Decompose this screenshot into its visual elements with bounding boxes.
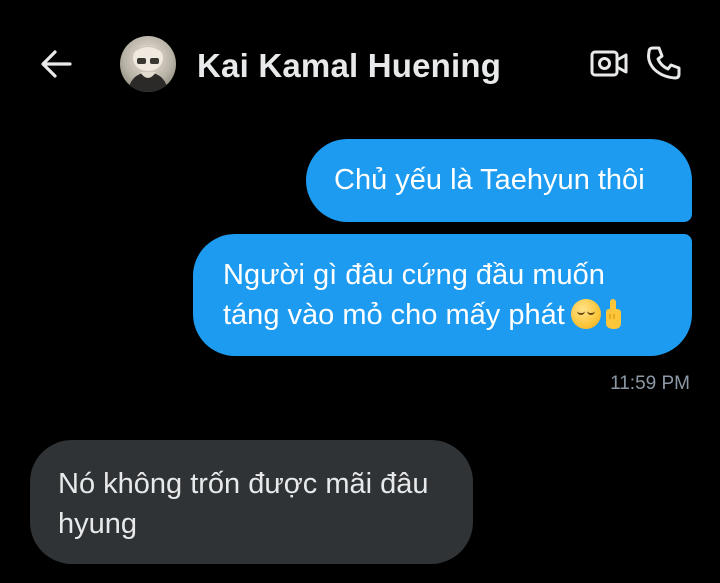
received-message-bubble[interactable]: Nó không trốn được mãi đâu hyung — [30, 440, 473, 564]
video-call-button[interactable] — [588, 44, 630, 84]
voice-call-button[interactable] — [643, 42, 685, 84]
sent-message-bubble[interactable]: Chủ yếu là Taehyun thôi — [306, 139, 692, 222]
video-call-icon — [590, 50, 628, 77]
pensive-face-icon — [570, 299, 601, 329]
contact-name[interactable]: Kai Kamal Huening — [197, 44, 501, 88]
avatar-image — [128, 45, 168, 92]
sent-message-bubble[interactable]: Người gì đâu cứng đầu muốn táng vào mỏ c… — [193, 234, 692, 356]
back-button[interactable] — [36, 44, 76, 84]
message-timestamp: 11:59 PM — [610, 373, 690, 394]
message-text-line: hyung — [58, 508, 138, 540]
message-text-line: táng vào mỏ cho mấy phát — [223, 299, 565, 331]
avatar[interactable] — [120, 36, 176, 92]
message-text: Chủ yếu là Taehyun thôi — [334, 164, 645, 196]
conversation-header: Kai Kamal Huening — [0, 0, 720, 120]
phone-icon — [647, 46, 681, 80]
message-text-line-with-emoji: táng vào mỏ cho mấy phát — [223, 295, 692, 335]
arrow-left-icon — [41, 50, 72, 78]
message-text-line: Người gì đâu cứng đầu muốn — [223, 259, 605, 291]
middle-finger-icon — [605, 299, 621, 329]
message-text-line: Nó không trốn được mãi đâu — [58, 468, 429, 500]
